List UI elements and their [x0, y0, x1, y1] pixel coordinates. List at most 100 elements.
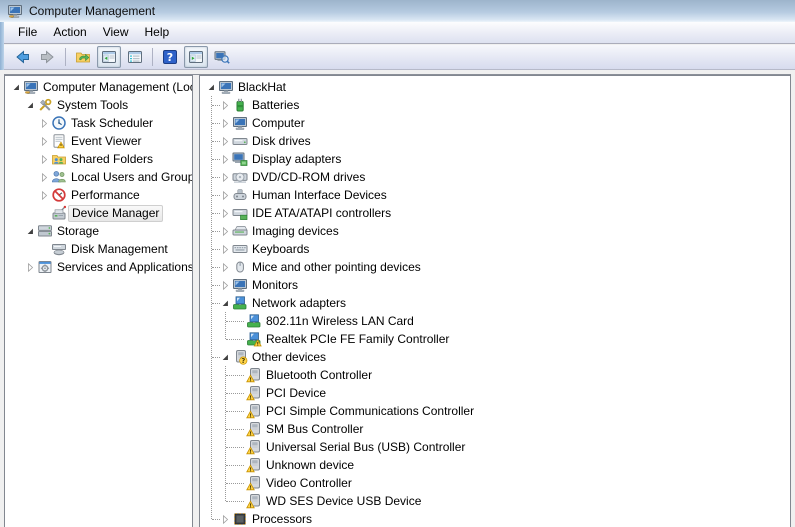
tree-item-monitors[interactable]: Monitors [200, 276, 790, 294]
tree-item-label: Keyboards [252, 241, 310, 256]
tree-item-label: Network adapters [252, 295, 347, 310]
device-tree: BlackHat Batteries Computer Disk drives Disp… [200, 76, 790, 527]
show-hide-console-tree-button[interactable] [97, 46, 121, 68]
menu-action[interactable]: Action [45, 22, 94, 44]
collapsed-arrow-icon[interactable] [218, 260, 232, 274]
tree-item-802-11n-wireless-lan-card[interactable]: 802.11n Wireless LAN Card [200, 312, 790, 330]
collapsed-arrow-icon[interactable] [218, 278, 232, 292]
collapsed-arrow-icon[interactable] [37, 134, 51, 148]
collapsed-arrow-icon[interactable] [218, 116, 232, 130]
collapsed-arrow-icon[interactable] [218, 512, 232, 526]
tree-item-computer[interactable]: Computer [200, 114, 790, 132]
tree-item-task-scheduler[interactable]: Task Scheduler [5, 114, 192, 132]
show-hide-action-pane-button[interactable] [184, 46, 208, 68]
collapsed-arrow-icon[interactable] [218, 170, 232, 184]
collapsed-arrow-icon[interactable] [23, 260, 37, 274]
tree-item-label: Performance [71, 187, 140, 202]
collapsed-arrow-icon[interactable] [218, 224, 232, 238]
tree-item-imaging-devices[interactable]: Imaging devices [200, 222, 790, 240]
tree-item-label: PCI Device [266, 385, 327, 400]
tree-item-bluetooth-controller[interactable]: Bluetooth Controller [200, 366, 790, 384]
tree-item-system-tools[interactable]: System Tools [5, 96, 192, 114]
tree-item-label: Unknown device [266, 457, 355, 472]
menu-help[interactable]: Help [137, 22, 178, 44]
title-bar[interactable]: Computer Management [0, 0, 795, 22]
collapsed-arrow-icon[interactable] [218, 188, 232, 202]
unknown-device-warning-icon [246, 475, 263, 491]
tree-item-shared-folders[interactable]: Shared Folders [5, 150, 192, 168]
collapsed-arrow-icon[interactable] [37, 116, 51, 130]
tree-item-realtek-pcie-fe-family-controller[interactable]: Realtek PCIe FE Family Controller [200, 330, 790, 348]
tree-item-mice-and-other-pointing-devices[interactable]: Mice and other pointing devices [200, 258, 790, 276]
properties-button[interactable] [123, 46, 147, 68]
expanded-arrow-icon[interactable] [9, 80, 23, 94]
battery-icon [232, 97, 249, 113]
performance-icon [51, 187, 68, 203]
tree-item-video-controller[interactable]: Video Controller [200, 474, 790, 492]
help-button[interactable]: ? [158, 46, 182, 68]
tree-item-label: SM Bus Controller [266, 421, 364, 436]
expanded-arrow-icon[interactable] [218, 350, 232, 364]
tree-item-performance[interactable]: Performance [5, 186, 192, 204]
tree-item-dvd-cd-rom-drives[interactable]: DVD/CD-ROM drives [200, 168, 790, 186]
tree-item-label: System Tools [57, 97, 129, 112]
collapsed-arrow-icon[interactable] [218, 152, 232, 166]
computer-management-window: Computer Management File Action View Help ?… [0, 0, 795, 527]
expanded-arrow-icon[interactable] [23, 98, 37, 112]
tree-item-keyboards[interactable]: Keyboards [200, 240, 790, 258]
tree-item-event-viewer[interactable]: Event Viewer [5, 132, 192, 150]
menu-file[interactable]: File [10, 22, 45, 44]
console-tree-pane[interactable]: Computer Management (Local System Tools Ta… [4, 75, 193, 527]
tree-item-label: Video Controller [266, 475, 352, 490]
tree-item-services-and-applications[interactable]: Services and Applications [5, 258, 192, 276]
back-button[interactable] [10, 46, 34, 68]
tree-item-computer-management-local[interactable]: Computer Management (Local [5, 78, 192, 96]
tree-item-batteries[interactable]: Batteries [200, 96, 790, 114]
collapsed-arrow-icon[interactable] [218, 98, 232, 112]
tree-item-ide-ata-atapi-controllers[interactable]: IDE ATA/ATAPI controllers [200, 204, 790, 222]
tree-item-disk-drives[interactable]: Disk drives [200, 132, 790, 150]
tree-item-pci-simple-communications-controller[interactable]: PCI Simple Communications Controller [200, 402, 790, 420]
tree-item-label: PCI Simple Communications Controller [266, 403, 475, 418]
collapsed-arrow-icon[interactable] [37, 152, 51, 166]
expanded-arrow-icon[interactable] [204, 80, 218, 94]
unknown-device-warning-icon [246, 403, 263, 419]
scan-for-hardware-changes-button[interactable] [210, 46, 234, 68]
collapsed-arrow-icon[interactable] [218, 134, 232, 148]
arrow-back-icon [14, 49, 30, 65]
tree-item-pci-device[interactable]: PCI Device [200, 384, 790, 402]
dvd-drive-icon [232, 169, 249, 185]
collapsed-arrow-icon[interactable] [218, 206, 232, 220]
tree-item-label: Realtek PCIe FE Family Controller [266, 331, 450, 346]
collapsed-arrow-icon[interactable] [218, 242, 232, 256]
collapsed-arrow-icon[interactable] [37, 188, 51, 202]
tree-item-network-adapters[interactable]: Network adapters [200, 294, 790, 312]
expanded-arrow-icon[interactable] [218, 296, 232, 310]
tree-item-processors[interactable]: Processors [200, 510, 790, 527]
disk-management-icon [51, 241, 68, 257]
tree-item-unknown-device[interactable]: Unknown device [200, 456, 790, 474]
tree-item-blackhat[interactable]: BlackHat [200, 78, 790, 96]
tree-item-human-interface-devices[interactable]: Human Interface Devices [200, 186, 790, 204]
tree-item-label: Display adapters [252, 151, 342, 166]
tree-item-other-devices[interactable]: ? Other devices [200, 348, 790, 366]
forward-button[interactable] [36, 46, 60, 68]
tree-item-wd-ses-device-usb-device[interactable]: WD SES Device USB Device [200, 492, 790, 510]
tree-item-device-manager[interactable]: Device Manager [5, 204, 192, 222]
tree-item-local-users-and-groups[interactable]: Local Users and Groups [5, 168, 192, 186]
collapsed-arrow-icon[interactable] [37, 170, 51, 184]
tree-item-universal-serial-bus-usb-controller[interactable]: Universal Serial Bus (USB) Controller [200, 438, 790, 456]
display-adapter-icon [232, 151, 249, 167]
export-list-button[interactable] [71, 46, 95, 68]
expanded-arrow-icon[interactable] [23, 224, 37, 238]
tree-item-display-adapters[interactable]: Display adapters [200, 150, 790, 168]
tree-item-storage[interactable]: Storage [5, 222, 192, 240]
imaging-device-icon [232, 223, 249, 239]
hid-icon [232, 187, 249, 203]
computer-icon [218, 79, 235, 95]
device-tree-pane[interactable]: BlackHat Batteries Computer Disk drives Disp… [199, 75, 791, 527]
menu-view[interactable]: View [95, 22, 137, 44]
tree-item-disk-management[interactable]: Disk Management [5, 240, 192, 258]
tree-item-sm-bus-controller[interactable]: SM Bus Controller [200, 420, 790, 438]
